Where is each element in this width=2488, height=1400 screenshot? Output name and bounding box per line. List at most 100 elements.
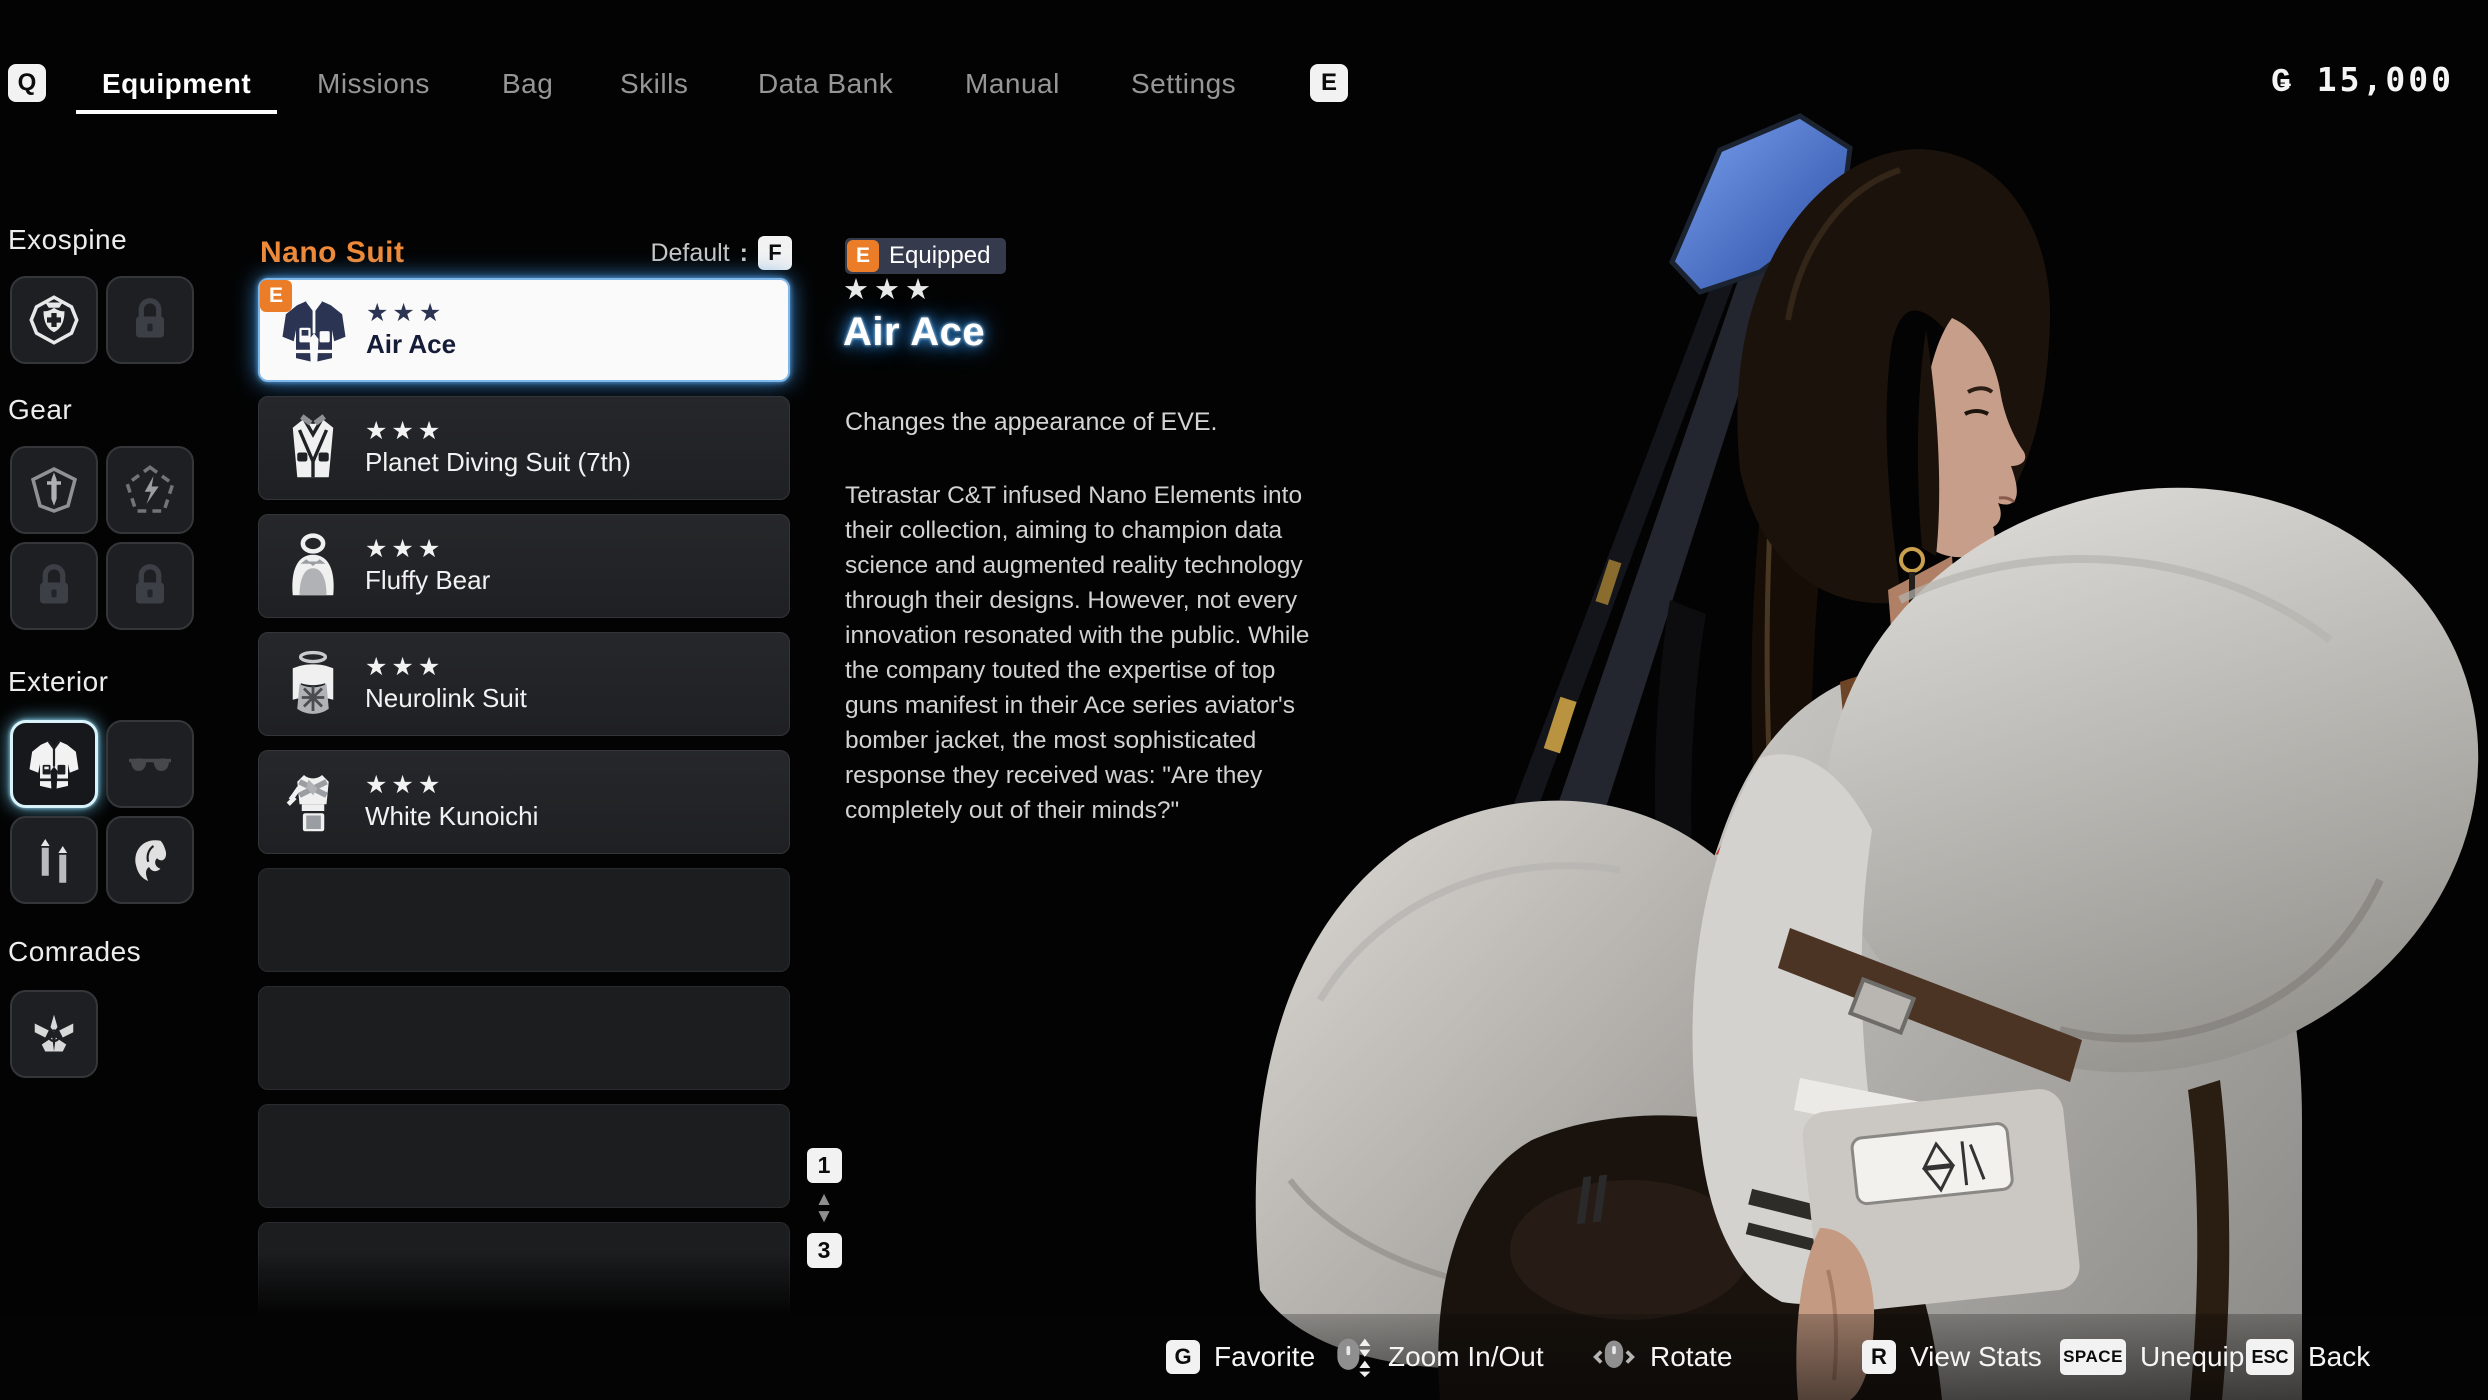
back-label: Back bbox=[2308, 1341, 2370, 1373]
page-down-arrow-icon[interactable]: ▼ bbox=[815, 1208, 834, 1225]
favorite-key-icon: G bbox=[1166, 1340, 1200, 1374]
mouse-wheel-icon bbox=[1330, 1335, 1374, 1379]
energy-gear-icon bbox=[122, 462, 178, 518]
page-current-key-icon[interactable]: 1 bbox=[807, 1148, 842, 1183]
diving-suit-item-icon bbox=[277, 412, 349, 484]
attack-gear-icon bbox=[26, 462, 82, 518]
equipment-screen: Q Equipment Missions Bag Skills Data Ban… bbox=[0, 0, 2488, 1400]
list-pager: 1 ▲ ▼ 3 bbox=[804, 1148, 844, 1268]
prev-menu-key-icon[interactable]: Q bbox=[8, 64, 46, 102]
next-menu-key-icon[interactable]: E bbox=[1310, 64, 1348, 102]
list-item-neurolink-suit[interactable]: ★★★ Neurolink Suit bbox=[258, 632, 790, 736]
lock-icon bbox=[122, 558, 178, 614]
ui-layer: Q Equipment Missions Bag Skills Data Ban… bbox=[0, 0, 2488, 1400]
section-label-gear: Gear bbox=[8, 394, 72, 426]
hair-icon bbox=[122, 832, 178, 888]
tab-bag[interactable]: Bag bbox=[502, 68, 553, 100]
view-stats-label: View Stats bbox=[1910, 1341, 2042, 1373]
drone-icon bbox=[26, 1006, 82, 1062]
item-name: Air Ace bbox=[366, 330, 456, 359]
earrings-icon bbox=[26, 832, 82, 888]
tab-data-bank[interactable]: Data Bank bbox=[758, 68, 893, 100]
item-name: Fluffy Bear bbox=[365, 566, 490, 595]
detail-item-title: Air Ace bbox=[843, 310, 985, 355]
view-stats-action[interactable]: R View Stats bbox=[1862, 1314, 2042, 1400]
tab-manual[interactable]: Manual bbox=[965, 68, 1060, 100]
item-name: Planet Diving Suit (7th) bbox=[365, 448, 631, 477]
list-item-fluffy-bear[interactable]: ★★★ Fluffy Bear bbox=[258, 514, 790, 618]
bottom-action-bar: G Favorite Zoom In/Out Rotate bbox=[0, 1314, 2488, 1400]
slot-exterior-glasses[interactable] bbox=[106, 720, 194, 808]
tab-skills[interactable]: Skills bbox=[620, 68, 688, 100]
list-item-white-kunoichi[interactable]: ★★★ White Kunoichi bbox=[258, 750, 790, 854]
favorite-action[interactable]: G Favorite bbox=[1166, 1314, 1315, 1400]
favorite-label: Favorite bbox=[1214, 1341, 1315, 1373]
slot-exospine-1[interactable] bbox=[10, 276, 98, 364]
default-separator: : bbox=[740, 239, 748, 268]
kunoichi-item-icon bbox=[277, 766, 349, 838]
page-total-key-icon[interactable]: 3 bbox=[807, 1233, 842, 1268]
rotate-action[interactable]: Rotate bbox=[1592, 1314, 1733, 1400]
item-stars: ★★★ bbox=[365, 773, 538, 798]
section-label-comrades: Comrades bbox=[8, 936, 141, 968]
tab-missions[interactable]: Missions bbox=[317, 68, 430, 100]
slot-gear-3-locked[interactable] bbox=[10, 542, 98, 630]
item-stars: ★★★ bbox=[365, 655, 527, 680]
default-reset-hint[interactable]: Default : F bbox=[620, 236, 792, 270]
item-stars: ★★★ bbox=[366, 301, 456, 326]
detail-description: Tetrastar C&T infused Nano Elements into… bbox=[845, 478, 1323, 828]
section-label-exospine: Exospine bbox=[8, 224, 127, 256]
section-label-exterior: Exterior bbox=[8, 666, 108, 698]
space-key-icon: SPACE bbox=[2060, 1339, 2126, 1375]
back-action[interactable]: ESC Back bbox=[2246, 1314, 2370, 1400]
equipped-key-icon: E bbox=[847, 240, 879, 272]
item-stars: ★★★ bbox=[365, 419, 631, 444]
glasses-icon bbox=[122, 736, 178, 792]
slot-gear-2[interactable] bbox=[106, 446, 194, 534]
item-name: White Kunoichi bbox=[365, 802, 538, 831]
slot-gear-4-locked[interactable] bbox=[106, 542, 194, 630]
slot-exterior-earrings[interactable] bbox=[10, 816, 98, 904]
list-title: Nano Suit bbox=[260, 236, 405, 270]
list-item-air-ace[interactable]: ★★★ Air Ace bbox=[258, 278, 790, 382]
top-nav: Q Equipment Missions Bag Skills Data Ban… bbox=[0, 0, 2488, 122]
dress-item-icon bbox=[277, 648, 349, 720]
slot-exterior-hair[interactable] bbox=[106, 816, 194, 904]
zoom-action[interactable]: Zoom In/Out bbox=[1330, 1314, 1544, 1400]
tab-equipment[interactable]: Equipment bbox=[102, 68, 251, 100]
slot-gear-1[interactable] bbox=[10, 446, 98, 534]
slot-exospine-2-locked[interactable] bbox=[106, 276, 194, 364]
lock-icon bbox=[122, 292, 178, 348]
lock-icon bbox=[26, 558, 82, 614]
list-item-empty-2[interactable] bbox=[258, 986, 790, 1090]
equipped-status-badge: E Equipped bbox=[845, 238, 1006, 274]
list-item-planet-diving-suit[interactable]: ★★★ Planet Diving Suit (7th) bbox=[258, 396, 790, 500]
bear-suit-item-icon bbox=[277, 530, 349, 602]
item-stars: ★★★ bbox=[365, 537, 490, 562]
tab-settings[interactable]: Settings bbox=[1131, 68, 1236, 100]
unequip-label: Unequip bbox=[2140, 1341, 2244, 1373]
rotate-label: Rotate bbox=[1650, 1341, 1733, 1373]
default-label: Default bbox=[650, 239, 729, 268]
gold-counter: Ǥ 15,000 bbox=[2271, 60, 2454, 101]
unequip-action[interactable]: SPACE Unequip bbox=[2060, 1314, 2244, 1400]
view-stats-key-icon: R bbox=[1862, 1340, 1896, 1374]
slot-comrades-drone[interactable] bbox=[10, 990, 98, 1078]
exospine-emblem-icon bbox=[26, 292, 82, 348]
equipped-label: Equipped bbox=[889, 242, 990, 270]
nano-suit-icon bbox=[26, 736, 82, 792]
detail-summary: Changes the appearance of EVE. bbox=[845, 408, 1218, 437]
list-item-empty-1[interactable] bbox=[258, 868, 790, 972]
detail-stars: ★★★ bbox=[843, 272, 936, 307]
list-item-empty-4[interactable] bbox=[258, 1222, 790, 1326]
slot-exterior-nano-suit[interactable] bbox=[10, 720, 98, 808]
gold-amount: 15,000 bbox=[2317, 60, 2454, 99]
equipped-badge-icon: E bbox=[260, 280, 292, 312]
zoom-label: Zoom In/Out bbox=[1388, 1341, 1544, 1373]
item-name: Neurolink Suit bbox=[365, 684, 527, 713]
default-key-icon: F bbox=[758, 236, 792, 270]
esc-key-icon: ESC bbox=[2246, 1339, 2294, 1375]
mouse-rotate-icon bbox=[1592, 1335, 1636, 1379]
gold-symbol-icon: Ǥ bbox=[2271, 60, 2294, 99]
list-item-empty-3[interactable] bbox=[258, 1104, 790, 1208]
